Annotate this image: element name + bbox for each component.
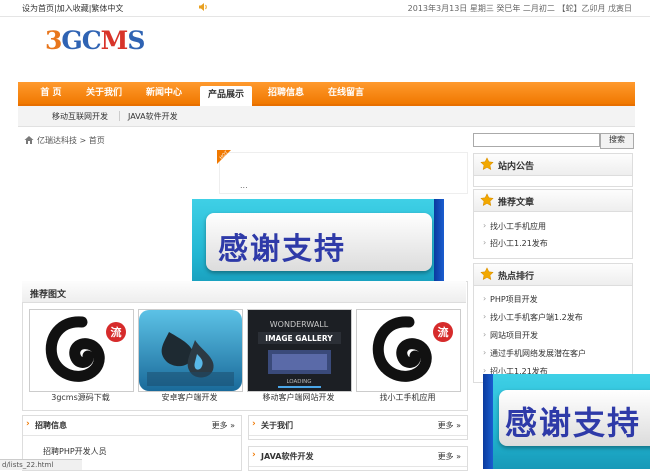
top-links: 设为首页|加入收藏|繁体中文: [22, 3, 123, 14]
breadcrumb: 亿瑞达科技 > 首页: [37, 135, 105, 146]
banner-text: 感谢支持: [505, 404, 642, 442]
jobs-item[interactable]: 招聘PHP开发人员: [43, 446, 107, 457]
gallery-caption[interactable]: 移动客户端网站开发: [246, 392, 351, 403]
nav-news[interactable]: 新闻中心: [138, 82, 190, 104]
search-input[interactable]: [473, 133, 600, 147]
main-nav: 首 页 关于我们 新闻中心 产品展示 招聘信息 在线留言: [18, 82, 635, 106]
nav-messages[interactable]: 在线留言: [320, 82, 372, 104]
site-logo[interactable]: 3GCMS: [45, 26, 145, 55]
banner-text: 感谢支持: [218, 232, 346, 267]
recommended-title: 推荐文章: [498, 198, 535, 208]
subnav-java-dev[interactable]: JAVA软件开发: [128, 111, 178, 122]
banner-panel: 感谢支持: [206, 213, 432, 271]
rec-gallery-title: 推荐图文: [30, 290, 67, 300]
arrow-icon: ›: [26, 419, 30, 429]
gallery-caption[interactable]: 3gcms源码下载: [28, 392, 133, 403]
notice-panel: 站内公告: [473, 153, 633, 187]
hot-news-text[interactable]: ...: [240, 181, 248, 190]
gallery-thumb[interactable]: 流: [356, 309, 461, 392]
recommended-item[interactable]: 找小工手机应用: [483, 221, 546, 232]
java-header: › JAVA软件开发 更多 »: [249, 447, 467, 467]
breadcrumb-page[interactable]: 首页: [89, 136, 105, 145]
star-icon: [480, 193, 494, 207]
about-header: › 关于我们 更多 »: [249, 416, 467, 436]
thanks-banner-float[interactable]: 感谢支持: [483, 374, 650, 469]
arrow-icon: ›: [252, 419, 256, 429]
gallery-thumb[interactable]: [138, 309, 243, 392]
nav-home[interactable]: 首 页: [28, 82, 74, 104]
status-bar-url: d/lists_22.html: [0, 459, 82, 470]
logo-letter: M: [100, 26, 129, 55]
logo-letter: G: [61, 26, 82, 55]
home-icon: [24, 136, 34, 144]
subnav-mobile-dev[interactable]: 移动互联网开发: [52, 111, 108, 122]
java-title: JAVA软件开发: [261, 452, 314, 461]
gallery-caption[interactable]: 安卓客户端开发: [137, 392, 242, 403]
star-icon: [480, 157, 494, 171]
wonderwall-line3: LOADING: [286, 379, 311, 385]
jobs-header: › 招聘信息 更多 »: [23, 416, 241, 436]
banner-panel: 感谢支持: [499, 390, 650, 446]
hot-rank-panel: 热点排行 PHP项目开发 找小工手机客户端1.2发布 网站项目开发 通过手机网络…: [473, 263, 633, 383]
breadcrumb-site[interactable]: 亿瑞达科技: [37, 136, 77, 145]
banner-edge: [483, 374, 493, 469]
notice-header: 站内公告: [474, 154, 632, 176]
nav-products[interactable]: 产品展示: [200, 86, 252, 106]
notice-title: 站内公告: [498, 162, 535, 172]
add-favorite-link[interactable]: 加入收藏: [57, 4, 89, 13]
gallery-thumb[interactable]: WONDERWALL IMAGE GALLERY LOADING: [247, 309, 352, 392]
wonderwall-line2: IMAGE GALLERY: [265, 334, 333, 343]
set-homepage-link[interactable]: 设为首页: [22, 4, 54, 13]
traditional-chinese-link[interactable]: 繁体中文: [91, 4, 123, 13]
badge-text: 流: [438, 325, 449, 339]
swirl-logo-image: 流: [357, 310, 460, 391]
gallery-thumb[interactable]: 流: [29, 309, 134, 392]
recommended-panel: 推荐文章 找小工手机应用 招小工1.21发布: [473, 189, 633, 259]
jobs-title: 招聘信息: [35, 421, 67, 430]
gallery-caption[interactable]: 找小工手机应用: [355, 392, 460, 403]
star-icon: [480, 267, 494, 281]
recommended-item[interactable]: 招小工1.21发布: [483, 238, 548, 249]
badge-text: 流: [111, 325, 122, 339]
logo-letter: C: [81, 26, 102, 55]
date-display: 2013年3月13日 星期三 癸巳年 二月初二 【蛇】乙卯月 戊寅日: [407, 4, 632, 13]
hot-rank-item[interactable]: 网站项目开发: [483, 330, 538, 341]
hot-rank-title: 热点排行: [498, 272, 535, 282]
subnav-divider: [119, 111, 120, 121]
hot-rank-header: 热点排行: [474, 264, 632, 286]
logo-letter: S: [127, 26, 145, 55]
nav-about[interactable]: 关于我们: [78, 82, 130, 104]
banner-edge: [434, 199, 444, 292]
hot-rank-item[interactable]: 通过手机网络发展潜在客户: [483, 348, 586, 359]
about-box: › 关于我们 更多 »: [248, 415, 468, 440]
java-more-link[interactable]: 更多 »: [438, 451, 461, 462]
drop-app-icon: [139, 310, 242, 391]
java-box: › JAVA软件开发 更多 »: [248, 446, 468, 471]
search-button[interactable]: 搜索: [600, 133, 634, 149]
hot-news-box: [219, 152, 468, 194]
rec-gallery-header: [22, 281, 466, 303]
breadcrumb-sep: >: [79, 136, 87, 145]
logo-digit: 3: [45, 26, 62, 55]
about-more-link[interactable]: 更多 »: [438, 420, 461, 431]
hot-tag-icon: HOT: [217, 150, 231, 164]
recommended-header: 推荐文章: [474, 190, 632, 212]
nav-jobs[interactable]: 招聘信息: [260, 82, 312, 104]
wonderwall-line1: WONDERWALL: [270, 320, 329, 329]
speaker-icon[interactable]: [198, 2, 208, 12]
arrow-icon: ›: [252, 450, 256, 460]
sub-nav: 移动互联网开发 JAVA软件开发: [18, 106, 635, 127]
about-title: 关于我们: [261, 421, 293, 430]
wonderwall-gallery-image: WONDERWALL IMAGE GALLERY LOADING: [248, 310, 351, 391]
hot-rank-item[interactable]: PHP项目开发: [483, 294, 538, 305]
hot-rank-item[interactable]: 找小工手机客户端1.2发布: [483, 312, 583, 323]
jobs-more-link[interactable]: 更多 »: [212, 420, 235, 431]
thanks-banner[interactable]: 感谢支持: [192, 199, 444, 292]
swirl-logo-image: 流: [30, 310, 133, 391]
